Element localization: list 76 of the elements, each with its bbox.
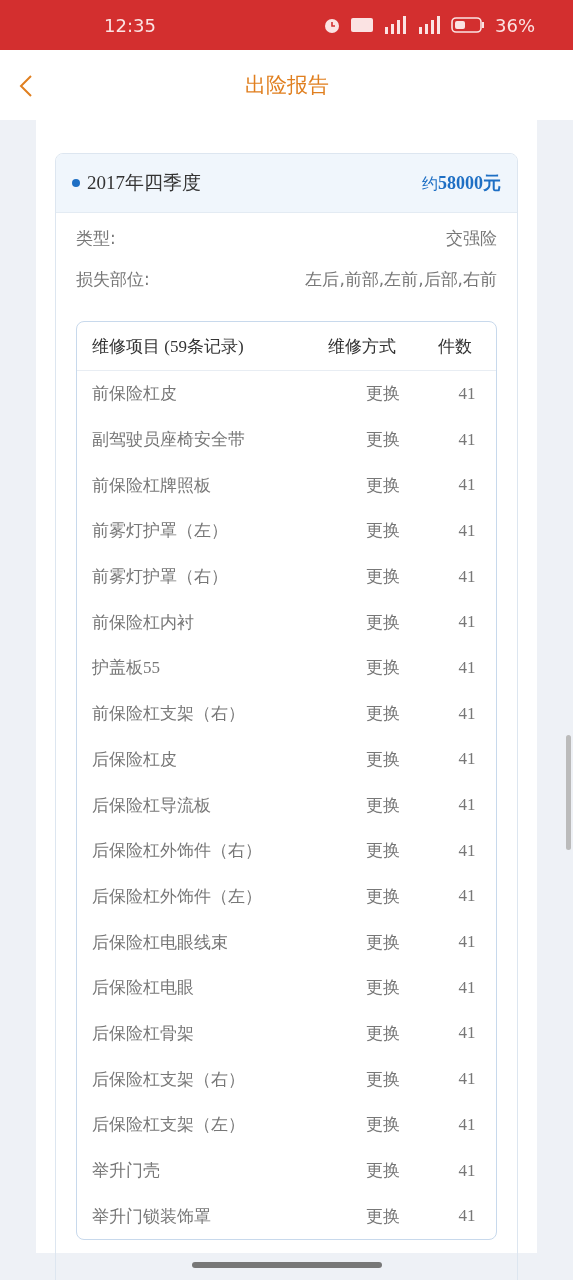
table-cell-text: 后保险杠电眼线束 [92,931,229,954]
table-cell-text: 举升门壳 [92,1160,161,1183]
table-cell-text: 更换 [365,748,401,771]
table-cell-text: 更换 [365,520,401,543]
table-cell-text: 41 [457,1023,477,1044]
table-cell-text: 前保险杠皮 [92,383,178,406]
table-cell-text: 更换 [365,840,401,863]
table-cell-text: 更换 [365,474,401,497]
table-cell-text: 护盖板55 [92,657,161,680]
table-cell-text: 后保险杠外饰件（右） [92,840,263,863]
table-cell-text: 副驾驶员座椅安全带 [92,429,246,452]
table-cell-text: 后保险杠外饰件（左） [92,885,263,908]
battery-percent: 36% [495,14,535,36]
column-header: 维修项目 (59条记录) [92,335,245,358]
table-cell-text: 更换 [365,1114,401,1137]
field-value: 左后,前部,左前,后部,右前 [305,268,497,291]
table-cell-text: 后保险杠骨架 [92,1022,195,1045]
alarm-icon [323,16,341,34]
battery-icon [451,16,485,34]
signal-icon [417,16,441,34]
signal-icon [383,16,407,34]
table-cell-text: 更换 [365,383,401,406]
status-time: 12:35 [104,14,157,36]
table-cell-text: 更换 [365,657,401,680]
field-label: 损失部位: [76,268,150,291]
table-cell-text: 更换 [365,1022,401,1045]
record-period: 2017年四季度 [87,171,202,195]
table-cell-text: 更换 [365,885,401,908]
table-cell-text: 41 [457,383,477,404]
table-cell-text: 41 [457,429,477,450]
table-cell-text: 前雾灯护罩（左） [92,520,229,543]
table-cell-text: 41 [457,1206,477,1227]
table-cell-text: 更换 [365,566,401,589]
table-cell-text: 更换 [365,703,401,726]
table-cell-text: 41 [457,795,477,816]
table-cell-text: 更换 [365,1205,401,1228]
hd-icon [351,17,373,33]
page-title: 出险报告 [244,72,329,99]
table-cell-text: 更换 [365,931,401,954]
table-cell-text: 更换 [365,977,401,1000]
table-cell-text: 41 [457,612,477,633]
table-cell-text: 更换 [365,794,401,817]
table-cell-text: 后保险杠电眼 [92,977,195,1000]
field-label: 类型: [76,227,116,250]
table-cell-text: 更换 [365,611,401,634]
column-header: 维修方式 [328,335,397,358]
table-cell-text: 前保险杠牌照板 [92,474,212,497]
table-cell-text: 更换 [365,429,401,452]
back-icon[interactable] [18,74,34,98]
table-cell-text: 前保险杠支架（右） [92,703,246,726]
table-cell-text: 41 [457,657,477,678]
table-cell-text: 41 [457,520,477,541]
table-cell-text: 更换 [365,1160,401,1183]
table-cell-text: 后保险杠皮 [92,748,178,771]
record-amount: 约58000元 [422,172,501,195]
table-cell-text: 后保险杠支架（右） [92,1068,246,1091]
table-cell-text: 41 [457,977,477,998]
table-cell-text: 前雾灯护罩（右） [92,566,229,589]
table-cell-text: 41 [457,1160,477,1181]
field-value: 交强险 [446,227,497,250]
table-cell-text: 后保险杠导流板 [92,794,212,817]
table-cell-text: 后保险杠支架（左） [92,1114,246,1137]
table-cell-text: 41 [457,703,477,724]
bullet-icon [72,179,80,187]
table-cell-text: 41 [457,566,477,587]
table-cell-text: 41 [457,840,477,861]
table-cell-text: 41 [457,749,477,770]
column-header: 件数 [438,335,473,358]
table-cell-text: 举升门锁装饰罩 [92,1205,212,1228]
table-cell-text: 41 [457,475,477,496]
table-cell-text: 41 [457,1114,477,1135]
table-cell-text: 41 [457,932,477,953]
table-cell-text: 41 [457,886,477,907]
table-cell-text: 41 [457,1069,477,1090]
table-cell-text: 前保险杠内衬 [92,611,195,634]
table-cell-text: 更换 [365,1068,401,1091]
